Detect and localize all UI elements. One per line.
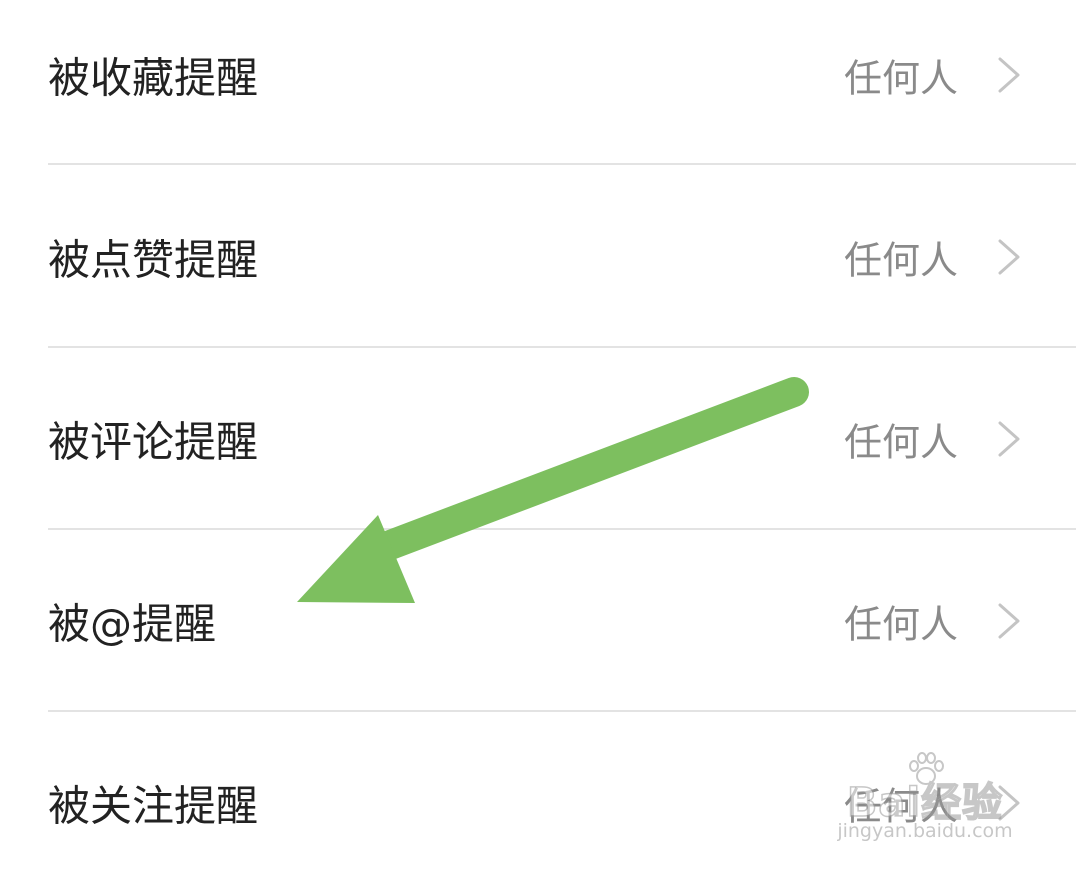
- privacy-reminder-settings-page: 被收藏提醒 任何人 被点赞提醒 任何人 被评论提醒 任何人 被@提醒 任何人 被…: [0, 0, 1076, 872]
- setting-value: 任何人: [843, 238, 958, 283]
- setting-value: 任何人: [843, 602, 958, 647]
- setting-label: 被评论提醒: [48, 417, 259, 467]
- setting-value: 任何人: [843, 420, 958, 465]
- chevron-right-icon: [998, 57, 1020, 93]
- setting-row-like-reminder[interactable]: 被点赞提醒 任何人: [0, 166, 1076, 348]
- setting-row-mention-reminder[interactable]: 被@提醒 任何人: [0, 530, 1076, 712]
- chevron-right-icon: [998, 421, 1020, 457]
- chevron-right-icon: [998, 603, 1020, 639]
- setting-label: 被点赞提醒: [48, 235, 259, 285]
- setting-row-comment-reminder[interactable]: 被评论提醒 任何人: [0, 348, 1076, 530]
- chevron-right-icon: [998, 239, 1020, 275]
- divider: [48, 163, 1076, 165]
- setting-label: 被收藏提醒: [48, 53, 259, 103]
- setting-label: 被关注提醒: [48, 781, 259, 831]
- setting-row-favorite-reminder[interactable]: 被收藏提醒 任何人: [0, 0, 1076, 166]
- setting-value: 任何人: [843, 784, 958, 829]
- setting-value: 任何人: [843, 56, 958, 101]
- setting-label: 被@提醒: [48, 599, 217, 649]
- chevron-right-icon: [998, 785, 1020, 821]
- setting-row-follow-reminder[interactable]: 被关注提醒 任何人: [0, 712, 1076, 872]
